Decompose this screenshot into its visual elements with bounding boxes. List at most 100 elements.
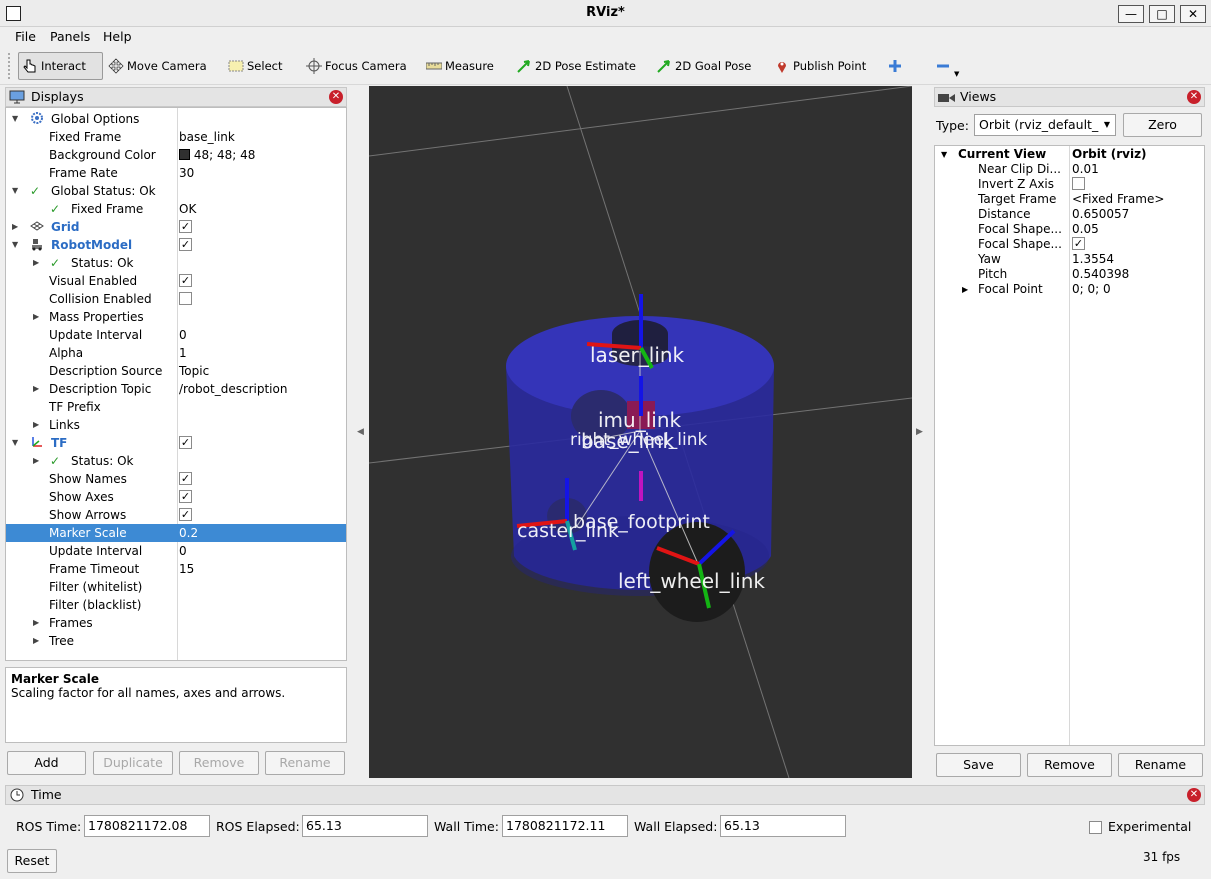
expand-arrow-icon[interactable]: ▶ bbox=[962, 282, 968, 297]
update-interval-value[interactable]: 0 bbox=[179, 326, 187, 344]
view-row-target-frame[interactable]: Target Frame <Fixed Frame> bbox=[935, 192, 1204, 207]
tree-row-robotmodel-status[interactable]: ▶ ✓ Status: Ok bbox=[6, 254, 346, 272]
minimize-button[interactable]: — bbox=[1118, 5, 1144, 23]
collision-enabled-checkbox[interactable] bbox=[179, 290, 192, 308]
close-time-button[interactable]: ✕ bbox=[1187, 788, 1201, 802]
view-value[interactable]: 0.540398 bbox=[1072, 267, 1129, 282]
zero-button[interactable]: Zero bbox=[1123, 113, 1202, 137]
menu-panels[interactable]: Panels bbox=[50, 29, 90, 44]
tree-row-collision-enabled[interactable]: Collision Enabled bbox=[6, 290, 346, 308]
collapse-left-icon[interactable]: ◀ bbox=[357, 427, 364, 437]
interact-tool[interactable]: Interact bbox=[18, 52, 103, 80]
expand-arrow-icon[interactable]: ▶ bbox=[33, 416, 39, 434]
enable-checkbox[interactable]: ✓ bbox=[179, 218, 192, 236]
ros-time-field[interactable]: 1780821172.08 bbox=[84, 815, 210, 837]
remove-view-button[interactable]: Remove bbox=[1027, 753, 1112, 777]
view-row-yaw[interactable]: Yaw 1.3554 bbox=[935, 252, 1204, 267]
show-arrows-checkbox[interactable]: ✓ bbox=[179, 506, 192, 524]
frame-timeout-value[interactable]: 15 bbox=[179, 560, 194, 578]
reset-button[interactable]: Reset bbox=[7, 849, 57, 873]
tree-row-global-status[interactable]: ▼ ✓ Global Status: Ok bbox=[6, 182, 346, 200]
tree-row-show-arrows[interactable]: Show Arrows ✓ bbox=[6, 506, 346, 524]
expand-arrow-icon[interactable]: ▶ bbox=[33, 452, 39, 470]
expand-arrow-icon[interactable]: ▶ bbox=[33, 254, 39, 272]
tree-row-show-axes[interactable]: Show Axes ✓ bbox=[6, 488, 346, 506]
add-display-button[interactable]: Add bbox=[7, 751, 86, 775]
focal-shape-checkbox[interactable]: ✓ bbox=[1072, 237, 1085, 252]
tree-row-filter-blacklist[interactable]: Filter (blacklist) bbox=[6, 596, 346, 614]
rename-view-button[interactable]: Rename bbox=[1118, 753, 1203, 777]
select-tool[interactable]: Select bbox=[228, 52, 282, 80]
tree-row-fixed-frame[interactable]: Fixed Frame base_link bbox=[6, 128, 346, 146]
enable-checkbox[interactable]: ✓ bbox=[179, 434, 192, 452]
marker-scale-value[interactable]: 0.2 bbox=[179, 524, 198, 542]
measure-tool[interactable]: Measure bbox=[425, 52, 494, 80]
tree-row-description-topic[interactable]: ▶ Description Topic /robot_description bbox=[6, 380, 346, 398]
invert-z-checkbox[interactable] bbox=[1072, 177, 1085, 192]
3d-viewport[interactable]: laser_link imu_link right_wheel_link bas… bbox=[369, 86, 912, 778]
add-tool-button[interactable] bbox=[887, 52, 906, 80]
tree-row-status-fixed-frame[interactable]: ✓ Fixed Frame OK bbox=[6, 200, 346, 218]
displays-tree[interactable]: ▼ Global Options Fixed Frame base_link B… bbox=[5, 107, 347, 661]
tree-row-mass-properties[interactable]: ▶ Mass Properties bbox=[6, 308, 346, 326]
view-row-pitch[interactable]: Pitch 0.540398 bbox=[935, 267, 1204, 282]
collapse-arrow-icon[interactable]: ▼ bbox=[12, 236, 18, 254]
collapse-arrow-icon[interactable]: ▼ bbox=[12, 110, 18, 128]
goal-pose-tool[interactable]: 2D Goal Pose bbox=[656, 52, 751, 80]
view-row-near-clip[interactable]: Near Clip Di... 0.01 bbox=[935, 162, 1204, 177]
tree-row-tf[interactable]: ▼ TF ✓ bbox=[6, 434, 346, 452]
ros-elapsed-field[interactable]: 65.13 bbox=[302, 815, 428, 837]
save-view-button[interactable]: Save bbox=[936, 753, 1021, 777]
view-value[interactable]: 1.3554 bbox=[1072, 252, 1114, 267]
tree-row-frame-rate[interactable]: Frame Rate 30 bbox=[6, 164, 346, 182]
description-source-value[interactable]: Topic bbox=[179, 362, 209, 380]
tree-row-grid[interactable]: ▶ Grid ✓ bbox=[6, 218, 346, 236]
view-row-current-view[interactable]: ▼ Current View Orbit (rviz) bbox=[935, 147, 1204, 162]
view-row-focal-point[interactable]: ▶ Focal Point 0; 0; 0 bbox=[935, 282, 1204, 297]
tree-row-update-interval[interactable]: Update Interval 0 bbox=[6, 326, 346, 344]
view-value[interactable]: <Fixed Frame> bbox=[1072, 192, 1164, 207]
wall-elapsed-field[interactable]: 65.13 bbox=[720, 815, 846, 837]
expand-arrow-icon[interactable]: ▶ bbox=[33, 614, 39, 632]
tree-row-robotmodel[interactable]: ▼ RobotModel ✓ bbox=[6, 236, 346, 254]
show-names-checkbox[interactable]: ✓ bbox=[179, 470, 192, 488]
view-row-focal-shape-fixed[interactable]: Focal Shape... ✓ bbox=[935, 237, 1204, 252]
tree-row-marker-scale[interactable]: Marker Scale 0.2 bbox=[6, 524, 346, 542]
tree-row-tf-update-interval[interactable]: Update Interval 0 bbox=[6, 542, 346, 560]
tree-row-links[interactable]: ▶ Links bbox=[6, 416, 346, 434]
update-interval-value[interactable]: 0 bbox=[179, 542, 187, 560]
collapse-arrow-icon[interactable]: ▼ bbox=[941, 147, 947, 162]
view-value[interactable]: 0.650057 bbox=[1072, 207, 1129, 222]
view-row-invert-z[interactable]: Invert Z Axis bbox=[935, 177, 1204, 192]
tree-row-show-names[interactable]: Show Names ✓ bbox=[6, 470, 346, 488]
tree-row-background-color[interactable]: Background Color 48; 48; 48 bbox=[6, 146, 346, 164]
expand-arrow-icon[interactable]: ▶ bbox=[33, 308, 39, 326]
tree-row-visual-enabled[interactable]: Visual Enabled ✓ bbox=[6, 272, 346, 290]
remove-display-button[interactable]: Remove bbox=[179, 751, 259, 775]
collapse-right-icon[interactable]: ▶ bbox=[916, 427, 923, 437]
view-row-focal-shape-size[interactable]: Focal Shape... 0.05 bbox=[935, 222, 1204, 237]
tree-row-alpha[interactable]: Alpha 1 bbox=[6, 344, 346, 362]
expand-arrow-icon[interactable]: ▶ bbox=[12, 218, 18, 236]
close-views-button[interactable]: ✕ bbox=[1187, 90, 1201, 104]
focus-camera-tool[interactable]: Focus Camera bbox=[306, 52, 407, 80]
tree-row-global-options[interactable]: ▼ Global Options bbox=[6, 110, 346, 128]
enable-checkbox[interactable]: ✓ bbox=[179, 236, 192, 254]
move-camera-tool[interactable]: Move Camera bbox=[108, 52, 207, 80]
close-window-button[interactable]: ✕ bbox=[1180, 5, 1206, 23]
tree-row-tree[interactable]: ▶ Tree bbox=[6, 632, 346, 650]
expand-arrow-icon[interactable]: ▶ bbox=[33, 632, 39, 650]
visual-enabled-checkbox[interactable]: ✓ bbox=[179, 272, 192, 290]
duplicate-display-button[interactable]: Duplicate bbox=[93, 751, 173, 775]
tree-row-tf-status[interactable]: ▶ ✓ Status: Ok bbox=[6, 452, 346, 470]
expand-arrow-icon[interactable]: ▶ bbox=[33, 380, 39, 398]
menu-file[interactable]: File bbox=[15, 29, 36, 44]
frame-rate-value[interactable]: 30 bbox=[179, 164, 194, 182]
show-axes-checkbox[interactable]: ✓ bbox=[179, 488, 192, 506]
maximize-button[interactable]: □ bbox=[1149, 5, 1175, 23]
remove-tool-button[interactable]: ▼ bbox=[935, 52, 959, 80]
tree-row-tf-prefix[interactable]: TF Prefix bbox=[6, 398, 346, 416]
collapse-arrow-icon[interactable]: ▼ bbox=[12, 434, 18, 452]
alpha-value[interactable]: 1 bbox=[179, 344, 187, 362]
experimental-checkbox[interactable] bbox=[1089, 821, 1102, 834]
